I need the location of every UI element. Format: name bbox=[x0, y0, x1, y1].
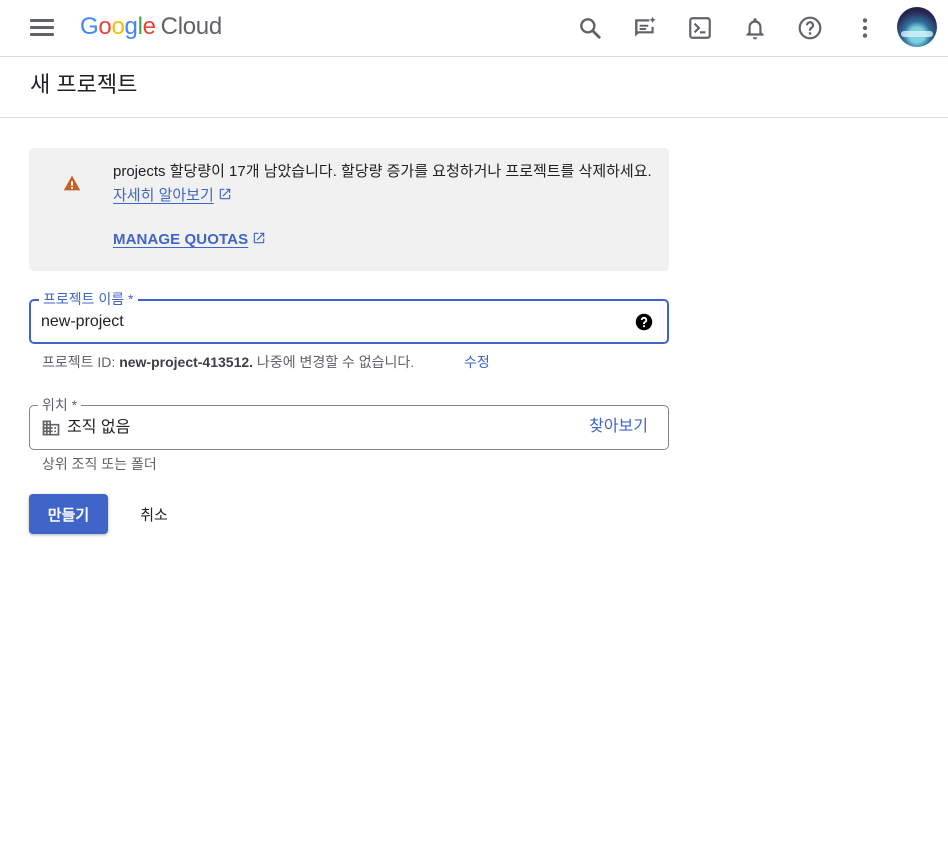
cancel-button[interactable]: 취소 bbox=[122, 494, 186, 534]
project-id: new-project-413512. bbox=[119, 354, 254, 370]
page-header: 새 프로젝트 bbox=[0, 57, 948, 118]
project-id-hint: 프로젝트 ID: new-project-413512. 나중에 변경할 수 없… bbox=[42, 354, 415, 370]
location-value: 조직 없음 bbox=[67, 419, 131, 436]
help-icon[interactable] bbox=[788, 6, 832, 50]
quota-warning-text: projects 할당량이 17개 남았습니다. 할당량 증가를 요청하거나 프… bbox=[113, 163, 652, 180]
edit-project-id-link[interactable]: 수정 bbox=[464, 353, 490, 371]
avatar[interactable] bbox=[897, 7, 937, 47]
project-name-label: 프로젝트 이름 * bbox=[39, 291, 138, 307]
project-name-field[interactable]: 프로젝트 이름 * bbox=[29, 291, 669, 344]
notifications-icon[interactable] bbox=[733, 6, 777, 50]
open-in-new-icon bbox=[219, 188, 231, 200]
browse-button[interactable]: 찾아보기 bbox=[589, 416, 648, 438]
warning-icon bbox=[63, 175, 81, 191]
cloud-shell-icon[interactable] bbox=[678, 6, 722, 50]
open-in-new-icon bbox=[253, 232, 265, 244]
page-title: 새 프로젝트 bbox=[30, 72, 138, 97]
quota-warning-banner: projects 할당량이 17개 남았습니다. 할당량 증가를 요청하거나 프… bbox=[29, 148, 669, 271]
top-app-bar: Google Cloud bbox=[0, 0, 948, 57]
search-icon[interactable] bbox=[568, 6, 612, 50]
create-button[interactable]: 만들기 bbox=[29, 494, 108, 534]
manage-quotas-link[interactable]: MANAGE QUOTAS bbox=[113, 230, 266, 250]
project-name-input[interactable] bbox=[41, 309, 621, 335]
google-cloud-logo[interactable]: Google Cloud bbox=[80, 11, 222, 43]
location-hint: 상위 조직 또는 폴더 bbox=[42, 456, 157, 472]
location-label: 위치 * bbox=[38, 397, 82, 413]
help-circle-icon[interactable] bbox=[635, 313, 653, 331]
more-vert-icon[interactable] bbox=[843, 6, 887, 50]
location-field[interactable]: 위치 * 조직 없음 찾아보기 bbox=[29, 397, 669, 450]
learn-more-link[interactable]: 자세히 알아보기 bbox=[113, 187, 214, 204]
gemini-chat-icon[interactable] bbox=[623, 6, 667, 50]
menu-icon[interactable] bbox=[20, 12, 64, 42]
building-icon bbox=[42, 420, 60, 436]
